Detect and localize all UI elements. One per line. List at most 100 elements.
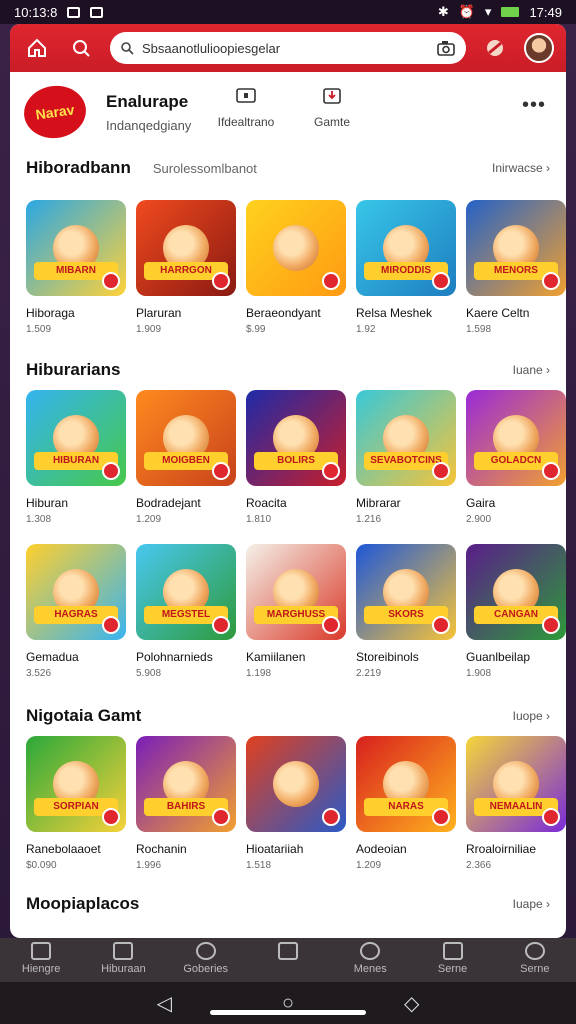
game-thumbnail[interactable]: CANGAN xyxy=(466,544,566,640)
game-tile[interactable]: MOIGBEN Bodradejant 1.209 xyxy=(136,390,236,525)
nav-item-search[interactable]: Goberies xyxy=(165,938,247,982)
info-icon xyxy=(236,88,256,103)
wifi-icon: ▾ xyxy=(484,4,492,19)
play-icon[interactable] xyxy=(212,272,230,290)
play-icon[interactable] xyxy=(542,272,560,290)
play-icon[interactable] xyxy=(432,272,450,290)
brand-title: Enalurape xyxy=(106,91,189,111)
play-icon[interactable] xyxy=(432,616,450,634)
recents-icon[interactable]: ◇ xyxy=(404,991,419,1016)
game-thumbnail[interactable]: GOLADCN xyxy=(466,390,566,486)
info-button[interactable]: Ifdealtrano xyxy=(206,86,286,129)
game-tile[interactable]: MIRODDIS Relsa Meshek 1.92 xyxy=(356,200,456,335)
game-thumbnail[interactable]: HAGRAS xyxy=(26,544,126,640)
game-thumbnail[interactable]: MENORS xyxy=(466,200,566,296)
game-tile[interactable]: NARAS Aodeoian 1.209 xyxy=(356,736,456,871)
game-tile[interactable]: MENORS Kaere Celtn 1.598 xyxy=(466,200,566,335)
game-tile[interactable]: CANGAN Guanlbeilap 1.908 xyxy=(466,544,566,679)
nav-item-library[interactable]: Hiburaan xyxy=(82,938,164,982)
nav-item-profile[interactable]: Serne xyxy=(494,938,576,982)
play-icon[interactable] xyxy=(102,616,120,634)
game-thumbnail[interactable]: MIRODDIS xyxy=(356,200,456,296)
play-icon[interactable] xyxy=(322,272,340,290)
game-tile[interactable]: BAHIRS Rochanin 1.996 xyxy=(136,736,236,871)
home-indicator[interactable] xyxy=(210,1010,366,1015)
play-icon[interactable] xyxy=(542,616,560,634)
game-tile[interactable]: SKORS Storeibinols 2.219 xyxy=(356,544,456,679)
nav-item-center[interactable] xyxy=(247,938,329,982)
game-tile[interactable]: Hioatariiah 1.518 xyxy=(246,736,346,871)
nav-item-list[interactable]: Serne xyxy=(411,938,493,982)
nav-item-menus[interactable]: Menes xyxy=(329,938,411,982)
game-thumbnail[interactable]: NEMAALIN xyxy=(466,736,566,832)
back-icon[interactable]: ◁ xyxy=(157,991,172,1016)
section-title: Nigotaia Gamt xyxy=(26,706,142,725)
search-input[interactable]: Sbsaanotlulioopiesgelar xyxy=(142,41,428,56)
game-thumbnail[interactable]: MOIGBEN xyxy=(136,390,236,486)
home-button[interactable] xyxy=(22,33,52,63)
game-tile[interactable]: HAGRAS Gemadua 3.526 xyxy=(26,544,126,679)
camera-icon[interactable] xyxy=(436,39,456,57)
game-tile[interactable]: GOLADCN Gaira 2.900 xyxy=(466,390,566,525)
game-tile[interactable]: HARRGON Plaruran 1.909 xyxy=(136,200,236,335)
game-rating: 2.219 xyxy=(356,668,382,679)
user-avatar[interactable] xyxy=(524,33,554,63)
play-icon[interactable] xyxy=(212,616,230,634)
play-icon[interactable] xyxy=(102,272,120,290)
see-more-link[interactable]: Inirwacse › xyxy=(492,161,550,175)
play-icon[interactable] xyxy=(102,462,120,480)
game-thumbnail[interactable]: HIBURAN xyxy=(26,390,126,486)
play-icon[interactable] xyxy=(212,808,230,826)
game-tile[interactable]: NEMAALIN Rroaloirniliae 2.366 xyxy=(466,736,566,871)
game-tile[interactable]: MARGHUSS Kamiilanen 1.198 xyxy=(246,544,346,679)
game-thumbnail[interactable]: HARRGON xyxy=(136,200,236,296)
game-title: Beraeondyant xyxy=(246,306,321,320)
game-thumbnail[interactable] xyxy=(246,736,346,832)
game-tile[interactable]: BOLIRS Roacita 1.810 xyxy=(246,390,346,525)
game-thumbnail[interactable] xyxy=(246,200,346,296)
nav-label: Serne xyxy=(437,963,468,975)
game-thumbnail[interactable]: MIBARN xyxy=(26,200,126,296)
game-tile[interactable]: SEVABOTCINS Mibrarar 1.216 xyxy=(356,390,456,525)
game-thumbnail[interactable]: MEGSTEL xyxy=(136,544,236,640)
game-thumbnail[interactable]: MARGHUSS xyxy=(246,544,346,640)
game-thumbnail[interactable]: BOLIRS xyxy=(246,390,346,486)
cast-button[interactable] xyxy=(480,33,510,63)
play-icon[interactable] xyxy=(542,808,560,826)
play-icon[interactable] xyxy=(102,808,120,826)
game-tile[interactable]: MEGSTEL Polohnarnieds 5.908 xyxy=(136,544,236,679)
see-more-link[interactable]: Iuane › xyxy=(513,363,550,377)
play-icon[interactable] xyxy=(212,462,230,480)
see-more-link[interactable]: Iuape › xyxy=(513,897,550,911)
game-rating: 1.92 xyxy=(356,324,376,335)
game-thumbnail[interactable]: SKORS xyxy=(356,544,456,640)
game-tile[interactable]: MIBARN Hiboraga 1.509 xyxy=(26,200,126,335)
pin-icon xyxy=(360,942,381,960)
game-rating: 2.366 xyxy=(466,860,492,871)
play-icon[interactable] xyxy=(322,462,340,480)
character-icon xyxy=(273,225,319,271)
play-icon[interactable] xyxy=(432,462,450,480)
search-button[interactable] xyxy=(66,33,96,63)
game-title: Relsa Meshek xyxy=(356,306,433,320)
games-button[interactable]: Gamte xyxy=(292,86,372,129)
play-icon[interactable] xyxy=(322,808,340,826)
more-options-icon[interactable]: ••• xyxy=(522,94,546,117)
game-tile[interactable]: SORPIAN Ranebolaaoet $0.090 xyxy=(26,736,126,871)
game-thumbnail[interactable]: SEVABOTCINS xyxy=(356,390,456,486)
profile-header: Narav Enalurape Indanqedgiany Ifdealtran… xyxy=(10,72,566,152)
search-bar[interactable]: Sbsaanotlulioopiesgelar xyxy=(110,32,466,64)
game-thumbnail[interactable]: BAHIRS xyxy=(136,736,236,832)
see-more-link[interactable]: Iuope › xyxy=(513,709,550,723)
game-thumbnail[interactable]: NARAS xyxy=(356,736,456,832)
section-title: Hiburarians xyxy=(26,360,121,379)
game-tile[interactable]: HIBURAN Hiburan 1.308 xyxy=(26,390,126,525)
play-icon[interactable] xyxy=(322,616,340,634)
alarm-icon: ⏰ xyxy=(458,4,475,19)
nav-label: Menes xyxy=(353,963,387,975)
game-tile[interactable]: Beraeondyant $.99 xyxy=(246,200,346,335)
game-thumbnail[interactable]: SORPIAN xyxy=(26,736,126,832)
play-icon[interactable] xyxy=(432,808,450,826)
play-icon[interactable] xyxy=(542,462,560,480)
nav-item-home[interactable]: Hiengre xyxy=(0,938,82,982)
